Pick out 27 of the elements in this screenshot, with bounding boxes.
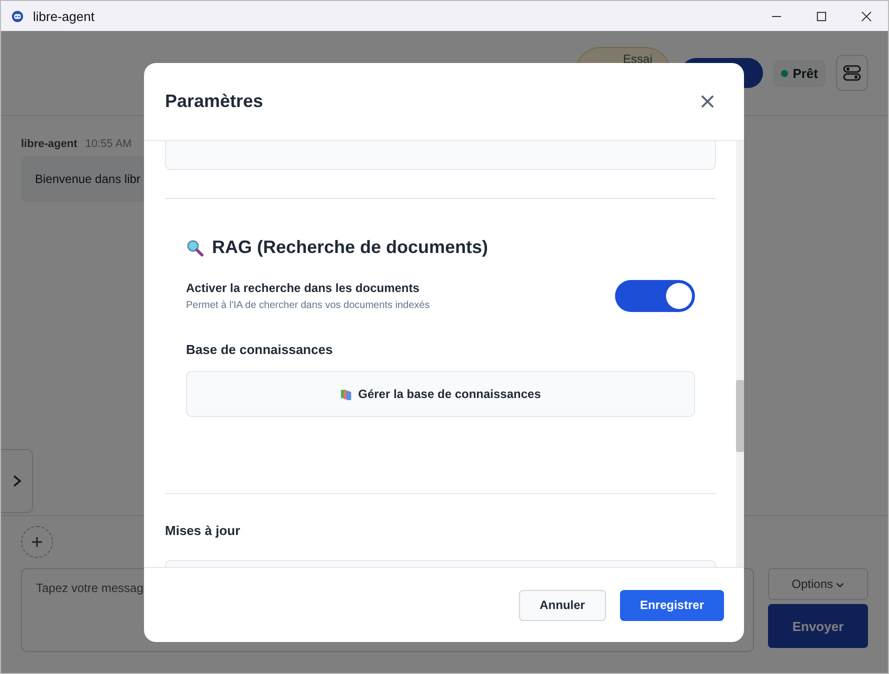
toggle-label: Activer la recherche dans les documents <box>186 281 420 295</box>
toggle-settings-button[interactable] <box>836 55 868 91</box>
robot-icon <box>11 10 24 22</box>
maximize-icon[interactable] <box>816 10 827 22</box>
magnifier-icon <box>186 238 204 256</box>
scrollbar-thumb[interactable] <box>736 380 744 452</box>
save-button[interactable]: Enregistrer <box>620 590 724 620</box>
status-badge: Prêt <box>772 60 826 86</box>
message-author: libre-agent <box>21 138 78 150</box>
cancel-button[interactable]: Annuler <box>518 590 606 620</box>
books-icon <box>340 388 354 400</box>
subsection-title: Base de connaissances <box>186 342 334 357</box>
caret-icon <box>836 582 844 588</box>
chevron-right-icon <box>12 474 22 488</box>
section-title: RAG (Recherche de documents) <box>212 237 488 258</box>
window-title: libre-agent <box>33 8 94 24</box>
options-button[interactable]: Options <box>768 568 868 600</box>
send-button[interactable]: Envoyer <box>768 604 868 648</box>
close-icon[interactable] <box>861 10 872 22</box>
plus-icon <box>31 536 43 548</box>
section-title: Mises à jour <box>165 523 242 538</box>
message-time: 10:55 AM <box>85 138 132 150</box>
dialog-title: Paramètres <box>165 91 264 112</box>
manage-knowledge-button[interactable]: Gérer la base de connaissances <box>186 371 695 417</box>
toggle-hint: Permet à l'IA de chercher dans vos documents indexés <box>186 300 430 311</box>
toggle-switch[interactable] <box>615 280 695 312</box>
toggles-icon <box>842 63 862 83</box>
